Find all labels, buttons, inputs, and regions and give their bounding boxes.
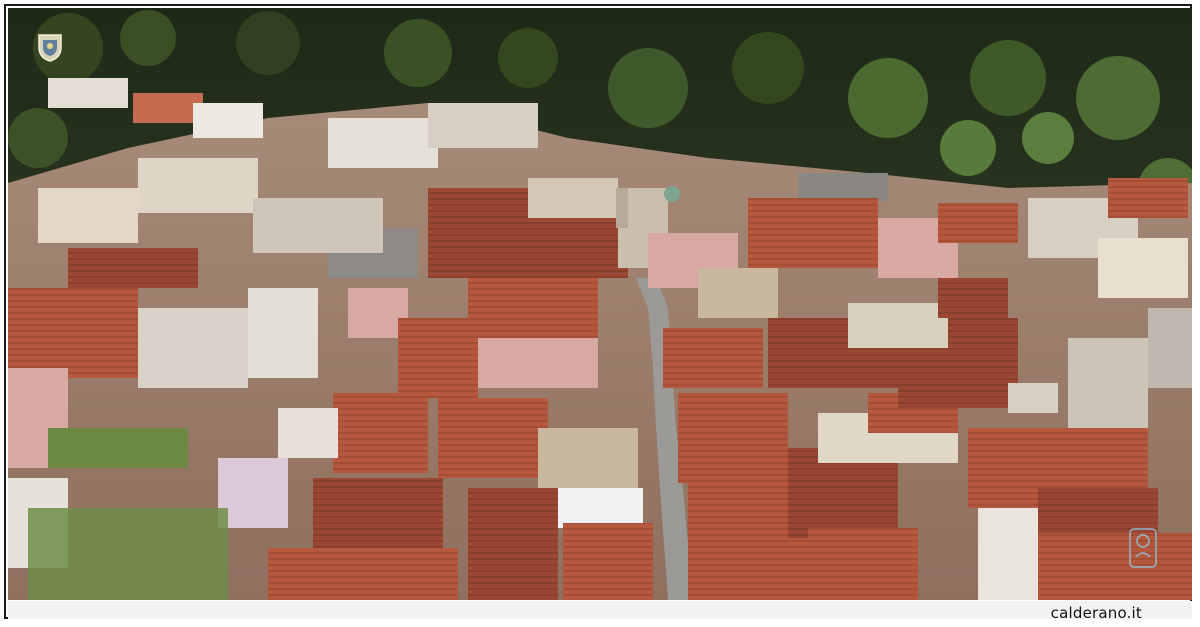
- watermark-logo: [1129, 528, 1157, 568]
- coat-of-arms-logo: [38, 34, 62, 62]
- aerial-photo: [8, 8, 1192, 600]
- garden-terrace: [28, 508, 228, 600]
- bell-tower: [616, 188, 628, 228]
- caption-bar: [8, 601, 1192, 619]
- site-credit: calderano.it: [1050, 604, 1142, 622]
- parking-lot: [798, 173, 888, 201]
- church-dome: [664, 186, 680, 202]
- garden-terrace: [48, 428, 188, 468]
- aerial-village-illustration: [8, 8, 1192, 600]
